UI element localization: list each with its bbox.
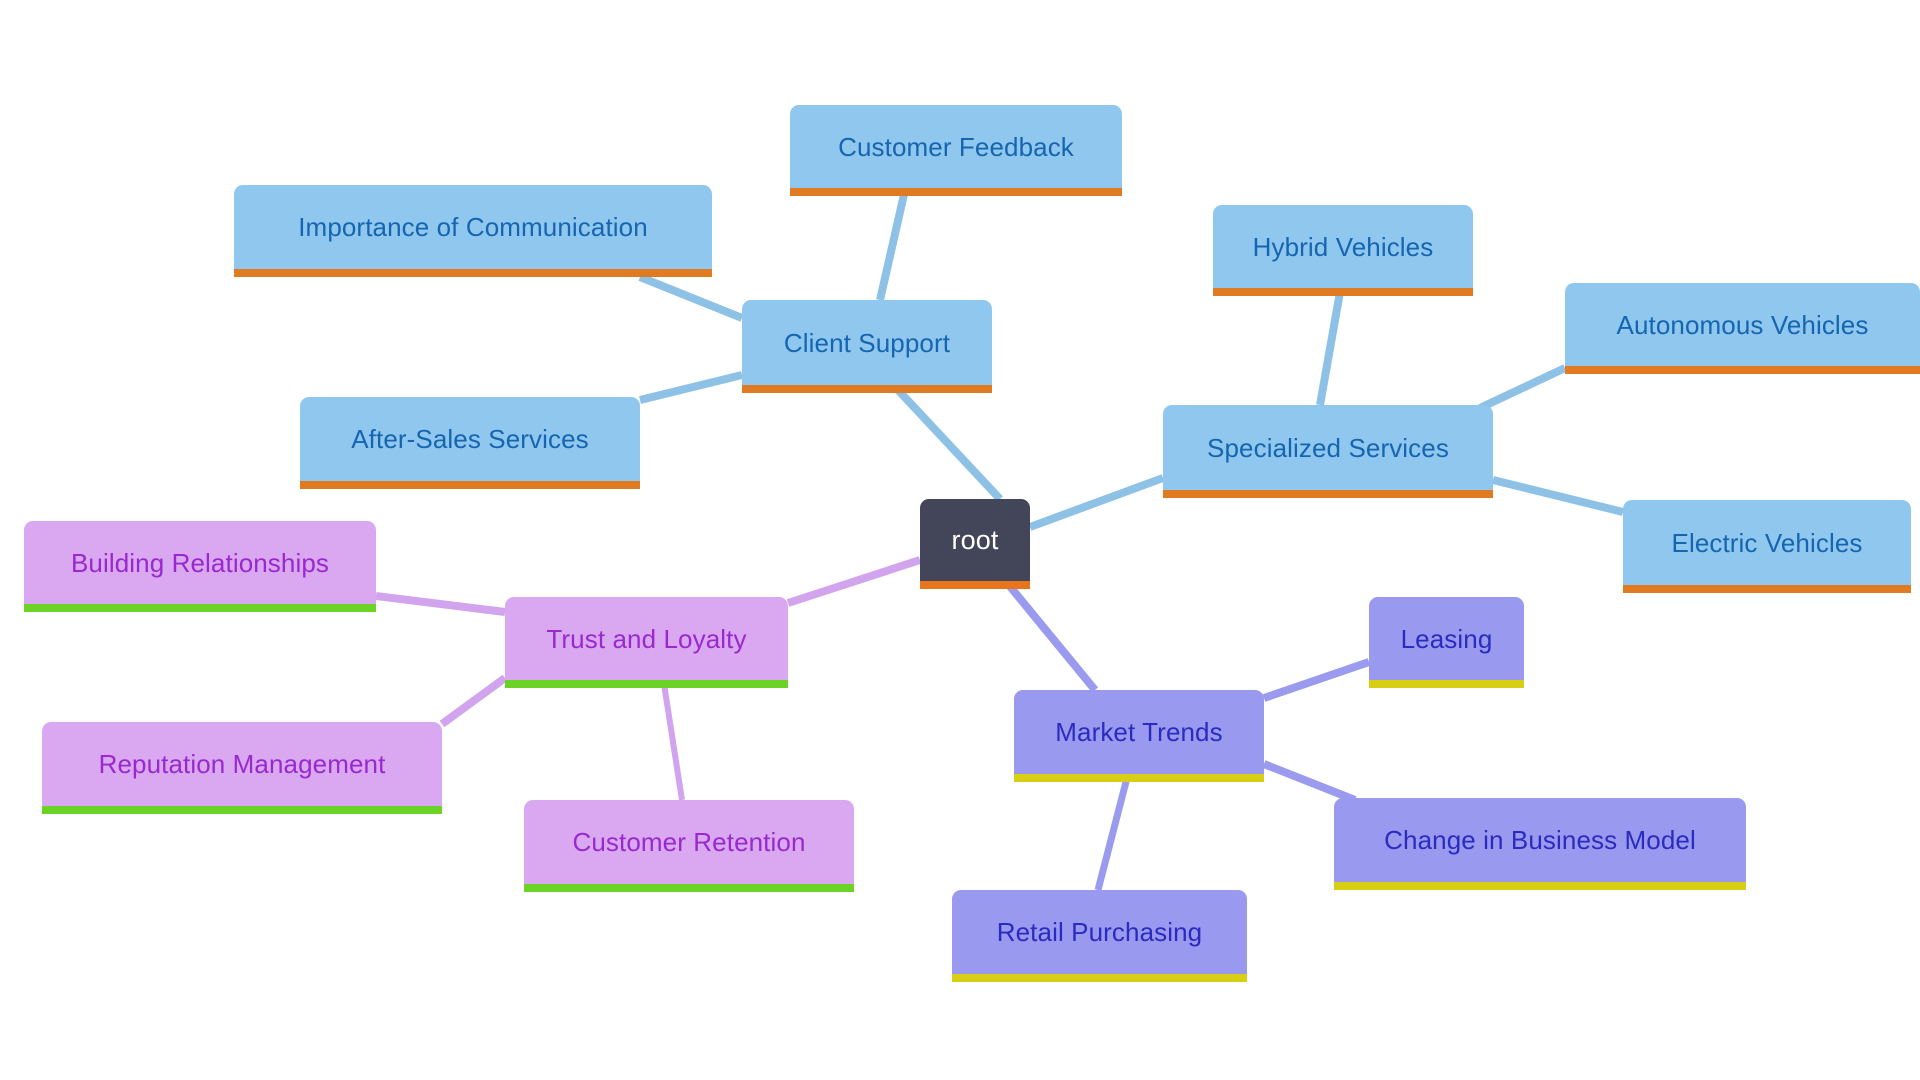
mindmap-node-underline-retail-purchasing bbox=[952, 974, 1247, 982]
mindmap-node-label-building-relationships: Building Relationships bbox=[70, 547, 330, 578]
edge-market-trends-to-retail-purchasing bbox=[1094, 777, 1131, 891]
mindmap-node-leasing[interactable]: Leasing bbox=[1369, 597, 1524, 688]
mindmap-node-client-support[interactable]: Client Support bbox=[742, 300, 992, 393]
edge-specialized-services-to-electric-vehicles bbox=[1492, 476, 1624, 516]
edge-client-support-to-customer-feedback bbox=[876, 189, 909, 301]
mindmap-node-building-relationships[interactable]: Building Relationships bbox=[24, 521, 376, 612]
mindmap-node-label-hybrid-vehicles: Hybrid Vehicles bbox=[1252, 231, 1434, 262]
mindmap-node-retail-purchasing[interactable]: Retail Purchasing bbox=[952, 890, 1247, 982]
mindmap-node-underline-customer-retention bbox=[524, 884, 854, 892]
edge-root-to-specialized-services bbox=[1028, 474, 1165, 531]
mindmap-node-reputation-management[interactable]: Reputation Management bbox=[42, 722, 442, 814]
mindmap-node-underline-hybrid-vehicles bbox=[1213, 288, 1473, 296]
mindmap-canvas: root Client Support Customer Feedback Impor… bbox=[0, 0, 1920, 1080]
mindmap-node-label-electric-vehicles: Electric Vehicles bbox=[1671, 527, 1863, 558]
edge-specialized-services-to-hybrid-vehicles bbox=[1316, 291, 1344, 406]
edge-market-trends-to-change-in-business-model bbox=[1262, 760, 1357, 804]
edge-trust-and-loyalty-to-customer-retention bbox=[661, 683, 685, 801]
mindmap-node-label-importance-of-communication: Importance of Communication bbox=[298, 212, 648, 242]
mindmap-node-underline-after-sales-services bbox=[300, 481, 640, 489]
mindmap-node-label-customer-feedback: Customer Feedback bbox=[838, 131, 1074, 162]
mindmap-node-underline-leasing bbox=[1369, 680, 1524, 688]
mindmap-node-underline-electric-vehicles bbox=[1623, 585, 1911, 593]
edge-client-support-to-importance-of-communication bbox=[638, 273, 744, 322]
mindmap-node-customer-feedback[interactable]: Customer Feedback bbox=[790, 105, 1122, 196]
mindmap-node-label-client-support: Client Support bbox=[783, 327, 951, 358]
edge-specialized-services-to-autonomous-vehicles bbox=[1478, 364, 1567, 412]
mindmap-node-underline-building-relationships bbox=[24, 604, 376, 612]
edge-trust-and-loyalty-to-building-relationships bbox=[375, 592, 506, 616]
mindmap-node-underline-specialized-services bbox=[1163, 490, 1493, 498]
mindmap-node-specialized-services[interactable]: Specialized Services bbox=[1163, 405, 1493, 498]
edge-client-support-to-after-sales-services bbox=[639, 371, 743, 404]
mindmap-node-underline-customer-feedback bbox=[790, 188, 1122, 196]
edge-root-to-client-support bbox=[895, 387, 1003, 502]
edge-trust-and-loyalty-to-reputation-management bbox=[439, 674, 508, 728]
mindmap-node-underline-trust-and-loyalty bbox=[505, 680, 788, 688]
mindmap-node-customer-retention[interactable]: Customer Retention bbox=[524, 800, 854, 892]
mindmap-node-importance-of-communication[interactable]: Importance of Communication bbox=[234, 185, 712, 277]
mindmap-node-underline-reputation-management bbox=[42, 806, 442, 814]
mindmap-node-electric-vehicles[interactable]: Electric Vehicles bbox=[1623, 500, 1911, 593]
mindmap-node-label-after-sales-services: After-Sales Services bbox=[351, 424, 589, 454]
mindmap-node-label-reputation-management: Reputation Management bbox=[98, 749, 386, 779]
mindmap-node-underline-client-support bbox=[742, 385, 992, 393]
mindmap-node-underline-importance-of-communication bbox=[234, 269, 712, 277]
mindmap-node-underline-autonomous-vehicles bbox=[1565, 366, 1920, 374]
mindmap-node-label-trust-and-loyalty: Trust and Loyalty bbox=[546, 623, 747, 654]
edge-market-trends-to-leasing bbox=[1262, 658, 1371, 702]
mindmap-node-after-sales-services[interactable]: After-Sales Services bbox=[300, 397, 640, 489]
edge-root-to-trust-and-loyalty bbox=[786, 556, 922, 607]
mindmap-node-hybrid-vehicles[interactable]: Hybrid Vehicles bbox=[1213, 205, 1473, 296]
mindmap-node-trust-and-loyalty[interactable]: Trust and Loyalty bbox=[505, 597, 788, 688]
mindmap-node-label-change-in-business-model: Change in Business Model bbox=[1384, 825, 1696, 855]
mindmap-node-label-autonomous-vehicles: Autonomous Vehicles bbox=[1616, 309, 1869, 340]
mindmap-node-market-trends[interactable]: Market Trends bbox=[1014, 690, 1264, 782]
mindmap-node-underline-market-trends bbox=[1014, 774, 1264, 782]
mindmap-node-label-retail-purchasing: Retail Purchasing bbox=[996, 917, 1203, 947]
mindmap-node-underline-change-in-business-model bbox=[1334, 882, 1746, 890]
mindmap-node-label-customer-retention: Customer Retention bbox=[572, 827, 806, 857]
mindmap-node-underline-root bbox=[920, 581, 1030, 589]
mindmap-node-root[interactable]: root bbox=[920, 499, 1030, 589]
edge-root-to-market-trends bbox=[1004, 581, 1099, 693]
mindmap-node-change-in-business-model[interactable]: Change in Business Model bbox=[1334, 798, 1746, 890]
mindmap-node-label-leasing: Leasing bbox=[1400, 623, 1493, 654]
mindmap-node-autonomous-vehicles[interactable]: Autonomous Vehicles bbox=[1565, 283, 1920, 374]
mindmap-node-label-market-trends: Market Trends bbox=[1055, 717, 1223, 747]
mindmap-node-label-specialized-services: Specialized Services bbox=[1207, 432, 1449, 463]
mindmap-node-label-root: root bbox=[951, 524, 999, 555]
